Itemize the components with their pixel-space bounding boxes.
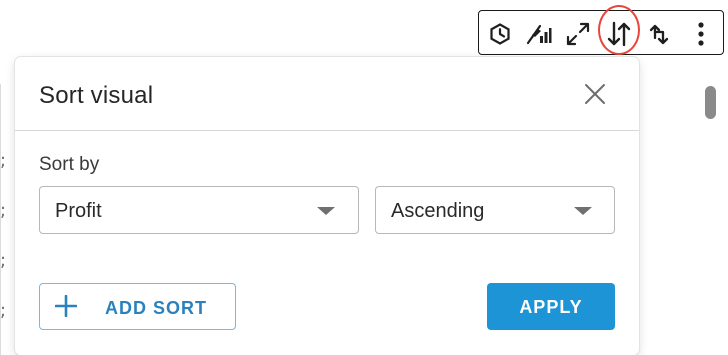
apply-label: APPLY [519, 297, 583, 317]
table-cell-fragment: ; [0, 250, 7, 271]
plus-icon [55, 295, 77, 317]
hexagon-icon[interactable] [483, 11, 517, 56]
table-cell-fragment: ; [0, 150, 7, 171]
more-options-icon[interactable] [684, 11, 718, 56]
table-cell-fragment: ; [0, 300, 7, 321]
vertical-scrollbar-thumb[interactable] [705, 86, 716, 119]
caret-down-icon [574, 207, 592, 215]
sort-order-select[interactable]: Ascending [375, 186, 615, 234]
add-sort-button[interactable]: ADD SORT [39, 283, 236, 330]
add-sort-label: ADD SORT [105, 298, 207, 318]
table-cell-fragment: ; [0, 200, 7, 221]
visual-toolbar [478, 10, 724, 55]
chart-settings-icon[interactable] [522, 11, 556, 56]
expand-icon[interactable] [561, 11, 595, 56]
caret-down-icon [317, 207, 335, 215]
drill-icon[interactable] [642, 11, 676, 56]
sort-order-value: Ascending [391, 200, 485, 222]
sort-field-select[interactable]: Profit [39, 186, 359, 234]
sort-field-value: Profit [55, 200, 102, 222]
sort-by-label: Sort by [39, 154, 100, 175]
visual-canvas: ; ; ; ; Sort visual Sort by Profit Ascen… [0, 0, 728, 355]
sort-visual-dialog: Sort visual Sort by Profit Ascending ADD… [15, 57, 639, 355]
close-button[interactable] [580, 79, 610, 109]
dialog-header: Sort visual [15, 57, 639, 131]
sort-icon[interactable] [602, 11, 636, 56]
dialog-title: Sort visual [39, 82, 154, 109]
apply-button[interactable]: APPLY [487, 283, 615, 330]
close-icon [585, 84, 605, 104]
